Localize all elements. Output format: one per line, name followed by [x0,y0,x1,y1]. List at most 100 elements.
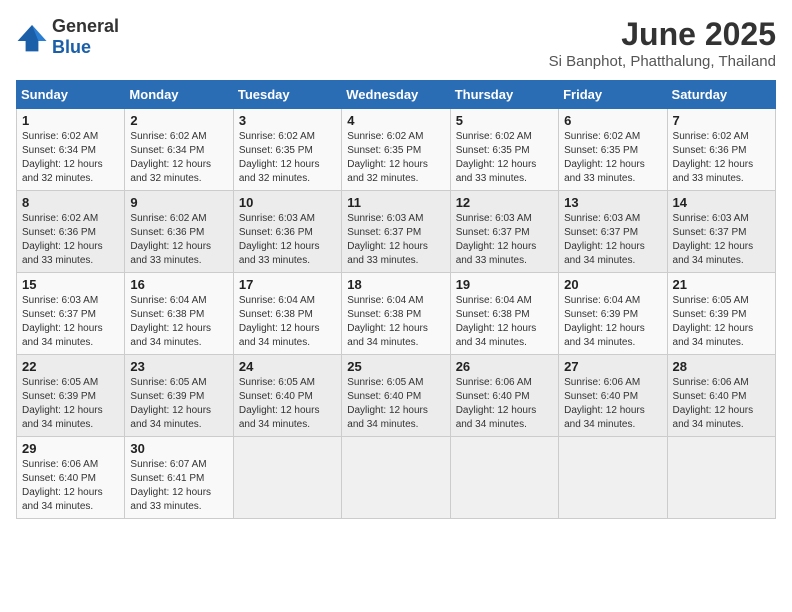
day-cell: 4Sunrise: 6:02 AM Sunset: 6:35 PM Daylig… [342,109,450,191]
day-cell: 30 Sunrise: 6:07 AM Sunset: 6:41 PM Dayli… [125,437,233,519]
day-number: 24 [239,359,336,374]
day-info: Sunrise: 6:03 AM Sunset: 6:37 PM Dayligh… [347,212,444,268]
calendar-subtitle: Si Banphot, Phatthalung, Thailand [549,53,776,70]
day-info: Sunrise: 6:07 AM Sunset: 6:41 PM Dayligh… [130,458,227,514]
day-cell [667,437,775,519]
day-cell: 17 Sunrise: 6:04 AM Sunset: 6:38 PM Dayli… [233,273,341,355]
day-cell: 19 Sunrise: 6:04 AM Sunset: 6:38 PM Dayli… [450,273,558,355]
day-info: Sunrise: 6:05 AM Sunset: 6:39 PM Dayligh… [130,376,227,432]
day-cell: 11 Sunrise: 6:03 AM Sunset: 6:37 PM Dayli… [342,191,450,273]
day-cell: 10 Sunrise: 6:03 AM Sunset: 6:36 PM Dayli… [233,191,341,273]
day-number: 30 [130,441,227,456]
day-info: Sunrise: 6:05 AM Sunset: 6:39 PM Dayligh… [22,376,119,432]
day-info: Sunrise: 6:04 AM Sunset: 6:39 PM Dayligh… [564,294,661,350]
day-number: 26 [456,359,553,374]
day-info: Sunrise: 6:02 AM Sunset: 6:34 PM Dayligh… [130,130,227,186]
day-info: Sunrise: 6:02 AM Sunset: 6:35 PM Dayligh… [564,130,661,186]
day-cell: 16Sunrise: 6:04 AM Sunset: 6:38 PM Dayli… [125,273,233,355]
day-number: 6 [564,113,661,128]
day-cell: 28 Sunrise: 6:06 AM Sunset: 6:40 PM Dayli… [667,355,775,437]
day-number: 29 [22,441,119,456]
day-cell: 9 Sunrise: 6:02 AM Sunset: 6:36 PM Daylig… [125,191,233,273]
day-info: Sunrise: 6:05 AM Sunset: 6:39 PM Dayligh… [673,294,770,350]
day-info: Sunrise: 6:03 AM Sunset: 6:37 PM Dayligh… [564,212,661,268]
day-info: Sunrise: 6:02 AM Sunset: 6:34 PM Dayligh… [22,130,119,186]
day-number: 21 [673,277,770,292]
page-header: General Blue June 2025 Si Banphot, Phatt… [16,16,776,70]
day-number: 17 [239,277,336,292]
day-cell: 25 Sunrise: 6:05 AM Sunset: 6:40 PM Dayli… [342,355,450,437]
day-cell: 27 Sunrise: 6:06 AM Sunset: 6:40 PM Dayli… [559,355,667,437]
day-cell: 2 Sunrise: 6:02 AM Sunset: 6:34 PM Daylig… [125,109,233,191]
day-header-sunday: Sunday [17,81,125,109]
day-info: Sunrise: 6:05 AM Sunset: 6:40 PM Dayligh… [239,376,336,432]
day-number: 13 [564,195,661,210]
day-number: 18 [347,277,444,292]
day-number: 8 [22,195,119,210]
day-number: 25 [347,359,444,374]
day-cell: 3 Sunrise: 6:02 AM Sunset: 6:35 PM Daylig… [233,109,341,191]
day-info: Sunrise: 6:06 AM Sunset: 6:40 PM Dayligh… [673,376,770,432]
day-info: Sunrise: 6:02 AM Sunset: 6:35 PM Dayligh… [239,130,336,186]
day-number: 3 [239,113,336,128]
day-number: 22 [22,359,119,374]
day-info: Sunrise: 6:04 AM Sunset: 6:38 PM Dayligh… [239,294,336,350]
day-info: Sunrise: 6:03 AM Sunset: 6:37 PM Dayligh… [22,294,119,350]
week-row-3: 15Sunrise: 6:03 AM Sunset: 6:37 PM Dayli… [17,273,776,355]
day-number: 5 [456,113,553,128]
day-number: 14 [673,195,770,210]
day-cell: 15Sunrise: 6:03 AM Sunset: 6:37 PM Dayli… [17,273,125,355]
day-info: Sunrise: 6:02 AM Sunset: 6:35 PM Dayligh… [347,130,444,186]
day-cell [233,437,341,519]
day-cell [450,437,558,519]
logo-general-text: General [52,16,119,36]
day-info: Sunrise: 6:03 AM Sunset: 6:36 PM Dayligh… [239,212,336,268]
week-row-4: 22 Sunrise: 6:05 AM Sunset: 6:39 PM Dayli… [17,355,776,437]
week-row-1: 1 Sunrise: 6:02 AM Sunset: 6:34 PM Daylig… [17,109,776,191]
day-cell: 22 Sunrise: 6:05 AM Sunset: 6:39 PM Dayli… [17,355,125,437]
day-number: 9 [130,195,227,210]
day-number: 1 [22,113,119,128]
day-cell: 12 Sunrise: 6:03 AM Sunset: 6:37 PM Dayli… [450,191,558,273]
day-cell: 7Sunrise: 6:02 AM Sunset: 6:36 PM Daylig… [667,109,775,191]
title-area: June 2025 Si Banphot, Phatthalung, Thail… [549,16,776,70]
day-cell: 13 Sunrise: 6:03 AM Sunset: 6:37 PM Dayli… [559,191,667,273]
day-number: 19 [456,277,553,292]
day-info: Sunrise: 6:03 AM Sunset: 6:37 PM Dayligh… [456,212,553,268]
day-header-monday: Monday [125,81,233,109]
day-cell [342,437,450,519]
week-row-2: 8 Sunrise: 6:02 AM Sunset: 6:36 PM Daylig… [17,191,776,273]
day-cell: 8 Sunrise: 6:02 AM Sunset: 6:36 PM Daylig… [17,191,125,273]
day-info: Sunrise: 6:02 AM Sunset: 6:36 PM Dayligh… [673,130,770,186]
day-info: Sunrise: 6:04 AM Sunset: 6:38 PM Dayligh… [347,294,444,350]
day-info: Sunrise: 6:06 AM Sunset: 6:40 PM Dayligh… [456,376,553,432]
day-info: Sunrise: 6:04 AM Sunset: 6:38 PM Dayligh… [130,294,227,350]
day-number: 2 [130,113,227,128]
day-info: Sunrise: 6:02 AM Sunset: 6:36 PM Dayligh… [130,212,227,268]
week-row-5: 29 Sunrise: 6:06 AM Sunset: 6:40 PM Dayli… [17,437,776,519]
day-number: 12 [456,195,553,210]
day-number: 10 [239,195,336,210]
day-number: 11 [347,195,444,210]
day-cell: 24 Sunrise: 6:05 AM Sunset: 6:40 PM Dayli… [233,355,341,437]
day-number: 28 [673,359,770,374]
day-number: 27 [564,359,661,374]
day-info: Sunrise: 6:04 AM Sunset: 6:38 PM Dayligh… [456,294,553,350]
day-info: Sunrise: 6:05 AM Sunset: 6:40 PM Dayligh… [347,376,444,432]
day-info: Sunrise: 6:02 AM Sunset: 6:36 PM Dayligh… [22,212,119,268]
day-info: Sunrise: 6:06 AM Sunset: 6:40 PM Dayligh… [22,458,119,514]
day-header-friday: Friday [559,81,667,109]
calendar-table: SundayMondayTuesdayWednesdayThursdayFrid… [16,80,776,519]
day-cell: 29 Sunrise: 6:06 AM Sunset: 6:40 PM Dayli… [17,437,125,519]
day-header-thursday: Thursday [450,81,558,109]
logo: General Blue [16,16,119,58]
day-number: 20 [564,277,661,292]
day-cell: 20 Sunrise: 6:04 AM Sunset: 6:39 PM Dayli… [559,273,667,355]
header-row: SundayMondayTuesdayWednesdayThursdayFrid… [17,81,776,109]
day-info: Sunrise: 6:03 AM Sunset: 6:37 PM Dayligh… [673,212,770,268]
day-header-tuesday: Tuesday [233,81,341,109]
logo-icon [16,21,48,53]
day-cell: 23Sunrise: 6:05 AM Sunset: 6:39 PM Dayli… [125,355,233,437]
day-info: Sunrise: 6:06 AM Sunset: 6:40 PM Dayligh… [564,376,661,432]
day-cell: 26 Sunrise: 6:06 AM Sunset: 6:40 PM Dayli… [450,355,558,437]
